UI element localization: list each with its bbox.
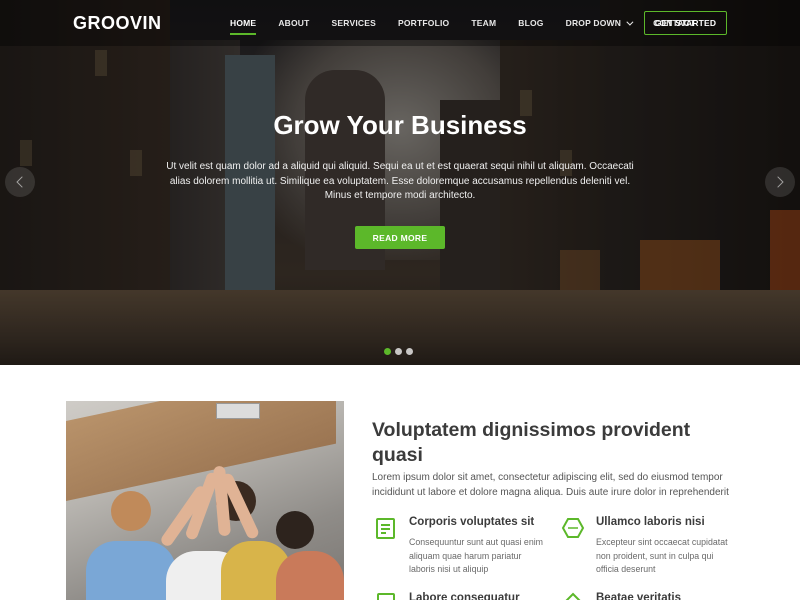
read-more-button[interactable]: READ MORE	[355, 226, 445, 249]
get-started-button[interactable]: GET STARTED	[644, 11, 727, 35]
hero-title: Grow Your Business	[273, 110, 527, 140]
about-heading: Voluptatem dignissimos provident quasi	[372, 419, 691, 466]
slider-dot-2[interactable]	[395, 348, 402, 355]
chevron-right-icon	[772, 176, 784, 188]
photo-laptop	[216, 403, 260, 419]
feature-text: Excepteur sint occaecat cupidatat non pr…	[596, 537, 728, 574]
cube-icon	[561, 518, 585, 538]
feature-title: Corporis voluptates sit	[409, 516, 535, 528]
receipt-icon	[376, 518, 395, 539]
slider-indicators	[384, 348, 417, 355]
hero-text: Ut velit est quam dolor ad a aliquid qui…	[166, 161, 634, 201]
nav-item-services[interactable]: SERVICES	[332, 18, 376, 28]
nav-item-blog[interactable]: BLOG	[518, 18, 543, 28]
nav-item-about[interactable]: ABOUT	[278, 18, 309, 28]
slider-prev-button[interactable]	[5, 167, 35, 197]
slider-dot-3[interactable]	[406, 348, 413, 355]
site-logo[interactable]: GROOVIN	[73, 13, 162, 34]
slider-dot-1[interactable]	[384, 348, 391, 355]
chevron-down-icon	[626, 18, 634, 26]
diamond-icon	[565, 592, 581, 600]
photo-person	[276, 551, 344, 600]
slider-next-button[interactable]	[765, 167, 795, 197]
feature-title: Ullamco laboris nisi	[596, 516, 705, 528]
photo-person	[276, 511, 314, 549]
nav-item-portfolio[interactable]: PORTFOLIO	[398, 18, 449, 28]
chevron-left-icon	[16, 176, 28, 188]
feature-title: Labore consequatur	[409, 592, 520, 600]
feature-title: Beatae veritatis	[596, 592, 682, 600]
feature-text: Consequuntur sunt aut quasi enim aliquam…	[409, 537, 543, 574]
about-paragraph: Lorem ipsum dolor sit amet, consectetur …	[372, 472, 729, 498]
photo-person	[86, 541, 176, 600]
document-icon	[377, 593, 395, 600]
header-navbar: GROOVIN HOME ABOUT SERVICES PORTFOLIO TE…	[0, 0, 800, 46]
nav-item-home[interactable]: HOME	[230, 18, 257, 35]
photo-person	[111, 491, 151, 531]
nav-item-team[interactable]: TEAM	[471, 18, 496, 28]
about-team-photo	[66, 401, 344, 600]
nav-item-dropdown-label: DROP DOWN	[565, 18, 622, 28]
nav-item-dropdown[interactable]: DROP DOWN	[565, 18, 634, 28]
